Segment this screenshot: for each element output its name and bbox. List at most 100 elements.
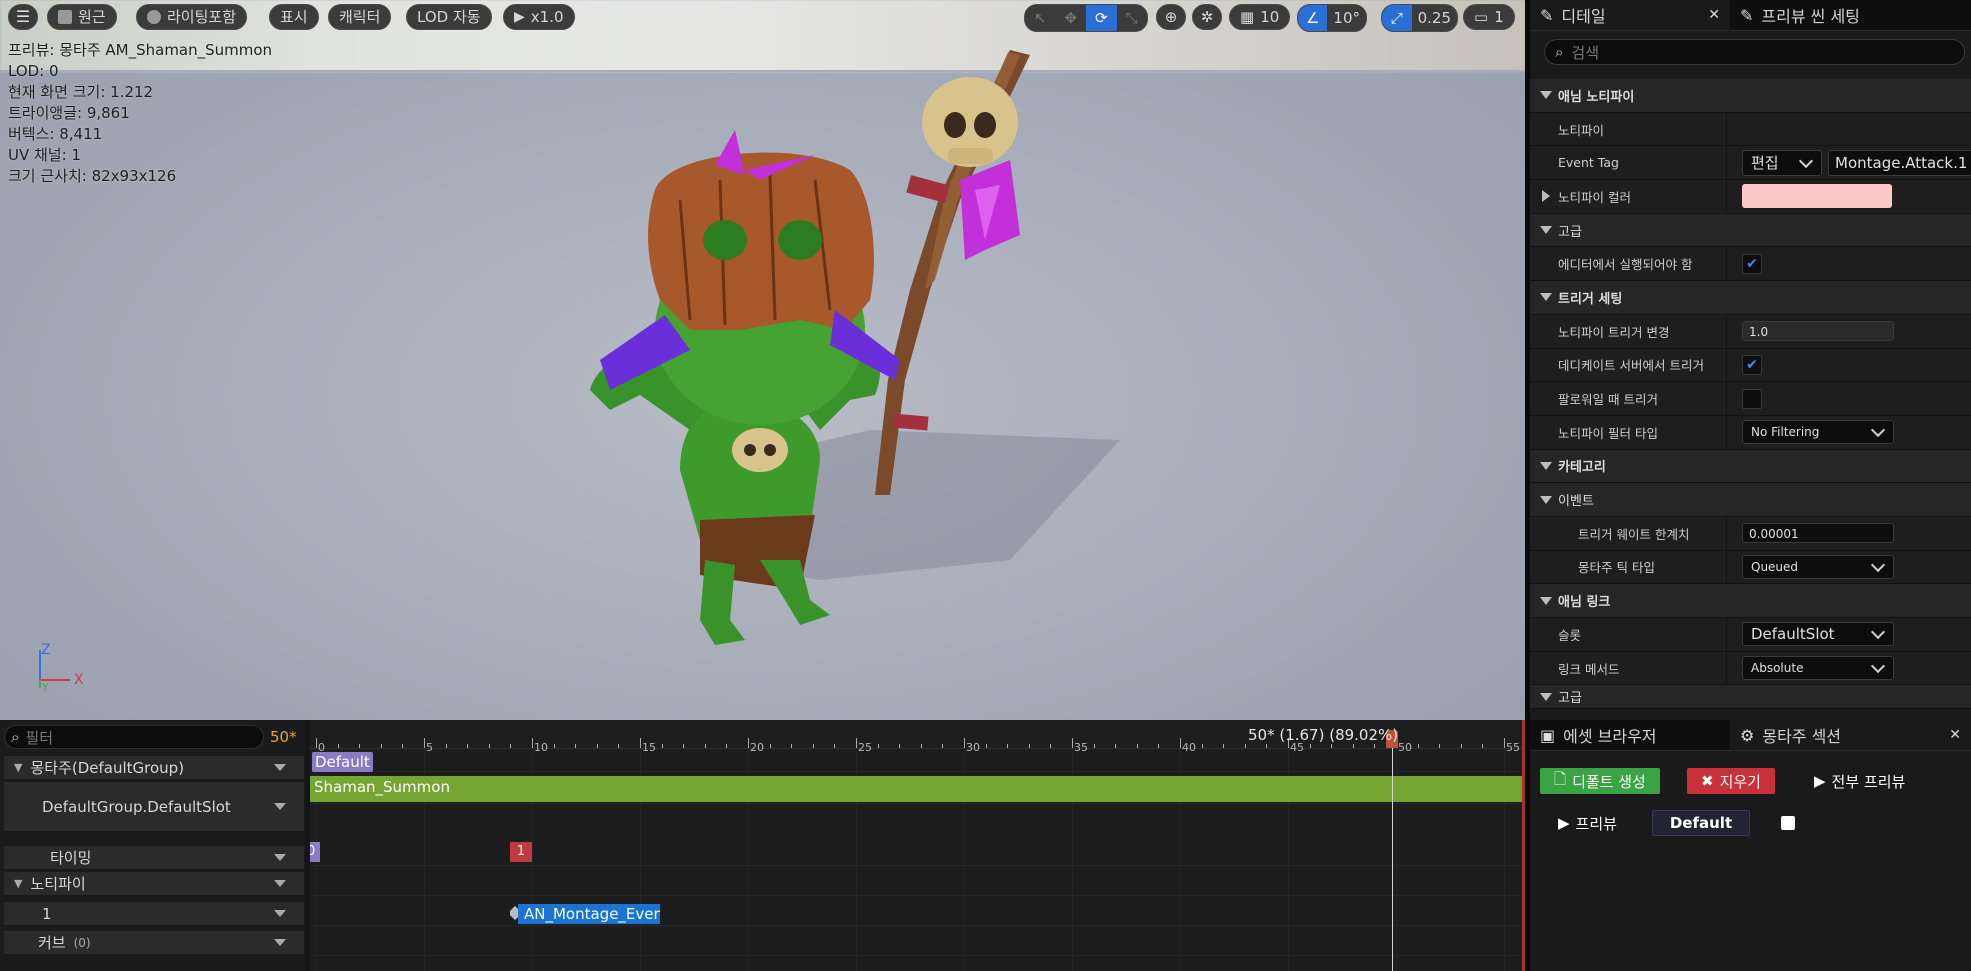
- track-notifies[interactable]: ▼ 노티파이: [4, 872, 304, 896]
- tab-preview-scene-settings[interactable]: ✎ 프리뷰 씬 세팅: [1730, 0, 1870, 30]
- ruler-tick: [1050, 744, 1052, 748]
- slot-dropdown[interactable]: DefaultSlot: [1742, 622, 1894, 647]
- ruler-tick: [1136, 744, 1138, 748]
- details-search-input[interactable]: ⌕ 검색: [1544, 39, 1965, 65]
- link-method-dropdown[interactable]: Absolute: [1742, 656, 1894, 681]
- category-label: 애님 노티파이: [1558, 89, 1635, 105]
- close-tab-icon[interactable]: ✕: [1708, 7, 1720, 23]
- world-local-button[interactable]: ⊕: [1156, 4, 1186, 30]
- ruler-tick: [1072, 738, 1073, 748]
- trigger-weight-threshold-field[interactable]: 0.00001: [1742, 523, 1894, 544]
- show-label: 표시: [280, 8, 308, 26]
- rotation-snap-group[interactable]: ∠ 10°: [1297, 4, 1367, 32]
- notify-trigger-change-field[interactable]: 1.0: [1742, 321, 1894, 342]
- show-button[interactable]: 표시: [269, 4, 319, 30]
- character-button[interactable]: 캐릭터: [328, 4, 392, 30]
- asset-browser-icon: ▣: [1540, 725, 1556, 745]
- x-icon: ✖: [1701, 772, 1714, 790]
- close-tab-icon[interactable]: ✕: [1949, 727, 1961, 743]
- notify-color-swatch[interactable]: [1742, 184, 1892, 209]
- expand-icon[interactable]: [1542, 190, 1550, 203]
- rotation-snap-toggle[interactable]: ∠: [1298, 5, 1328, 31]
- track-curves[interactable]: 커브 (0): [4, 931, 304, 955]
- dropdown-icon[interactable]: [274, 880, 286, 887]
- track-label: 노티파이: [30, 875, 86, 893]
- category-label: 트리거 세팅: [1558, 291, 1623, 307]
- dropdown-icon[interactable]: [274, 910, 286, 917]
- tab-details[interactable]: ✎ 디테일 ✕: [1530, 0, 1730, 30]
- scale-snap-toggle[interactable]: ⤢: [1382, 5, 1412, 31]
- lighting-button[interactable]: 라이팅포함: [136, 4, 248, 30]
- button-label: 디폴트 생성: [1572, 772, 1646, 791]
- track-label: 1: [42, 904, 52, 923]
- axis-x-label: X: [74, 672, 84, 688]
- dropdown-icon[interactable]: [274, 803, 286, 810]
- follower-trigger-checkbox[interactable]: [1742, 388, 1762, 409]
- dropdown-icon[interactable]: [274, 939, 286, 946]
- perspective-button[interactable]: 원근: [47, 4, 117, 30]
- ruler-tick: [748, 738, 749, 748]
- gear-icon: ⚙: [1740, 725, 1755, 745]
- timeline-end-marker: [1522, 720, 1525, 971]
- notify-marker[interactable]: AN_Montage_Event: [510, 904, 660, 924]
- grid-snap-button[interactable]: ▦ 10: [1229, 4, 1291, 30]
- create-default-button[interactable]: 🗋 디폴트 생성: [1540, 768, 1660, 794]
- translate-mode-button[interactable]: ✥: [1056, 5, 1087, 31]
- search-placeholder: 검색: [1571, 43, 1600, 62]
- play-speed-button[interactable]: ▶ x1.0: [503, 4, 575, 30]
- chevron-down-icon: [1870, 625, 1886, 640]
- category-anim-link[interactable]: 애님 링크: [1530, 584, 1971, 618]
- category-trigger-settings[interactable]: 트리거 세팅: [1530, 281, 1971, 315]
- lane-notifies: [310, 870, 1525, 896]
- timeline-filter-input[interactable]: ⌕ 필터: [4, 725, 264, 749]
- viewport-menu-button[interactable]: ☰: [8, 4, 38, 30]
- dropdown-icon[interactable]: [274, 854, 286, 861]
- stat-vertices: 버텍스: 8,411: [8, 125, 103, 143]
- category-label: 고급: [1558, 691, 1582, 707]
- scale-mode-button[interactable]: ⤡: [1117, 5, 1148, 31]
- tab-asset-browser[interactable]: ▣ 에셋 브라우저: [1530, 720, 1730, 750]
- tab-label: 몽타주 섹션: [1762, 727, 1842, 746]
- montage-tick-type-dropdown[interactable]: Queued: [1742, 554, 1894, 579]
- track-notify-1[interactable]: 1: [4, 902, 304, 926]
- lighting-label: 라이팅포함: [167, 8, 237, 26]
- category-advanced-2[interactable]: 고급: [1530, 685, 1971, 710]
- category-anim-notify[interactable]: 애님 노티파이: [1530, 79, 1971, 113]
- run-in-editor-checkbox[interactable]: ✔: [1742, 253, 1762, 274]
- event-tag-edit-button[interactable]: 편집: [1742, 149, 1822, 176]
- track-timing[interactable]: 타이밍: [4, 846, 304, 870]
- ruler-tick: [1201, 744, 1203, 748]
- category-event[interactable]: 이벤트: [1530, 483, 1971, 517]
- track-slot[interactable]: DefaultGroup.DefaultSlot: [4, 782, 304, 832]
- ruler-tick: [683, 744, 685, 748]
- section-marker-default[interactable]: Default: [312, 752, 373, 772]
- scale-snap-group[interactable]: ⤢ 0.25: [1381, 4, 1458, 32]
- notify-filter-type-dropdown[interactable]: No Filtering: [1742, 420, 1894, 445]
- preview-viewport[interactable]: ☰ 원근 라이팅포함 표시 캐릭터 LOD 자동 ▶ x1.0 ↖ ✥ ⟳ ⤡ …: [0, 0, 1525, 720]
- tab-preview-label: 프리뷰 씬 세팅: [1761, 7, 1860, 26]
- tab-montage-sections[interactable]: ⚙ 몽타주 섹션 ✕: [1730, 720, 1971, 750]
- surface-snap-button[interactable]: ✲: [1192, 4, 1222, 30]
- dedicated-server-checkbox[interactable]: ✔: [1742, 354, 1762, 375]
- category-category[interactable]: 카테고리: [1530, 449, 1971, 484]
- preview-button[interactable]: ▶ 프리뷰: [1544, 810, 1631, 836]
- anim-segment-shaman-summon[interactable]: Shaman_Summon: [310, 776, 1525, 802]
- timing-marker-0[interactable]: 0: [310, 842, 320, 862]
- select-mode-button[interactable]: ↖: [1025, 5, 1056, 31]
- clear-button[interactable]: ✖ 지우기: [1687, 768, 1775, 794]
- camera-speed-button[interactable]: ▭ 1: [1463, 4, 1515, 30]
- rotate-mode-button[interactable]: ⟳: [1086, 5, 1117, 31]
- lod-button[interactable]: LOD 자동: [406, 4, 492, 30]
- section-checkbox[interactable]: [1781, 816, 1795, 830]
- playhead-line[interactable]: [1392, 734, 1393, 971]
- chevron-down-icon: [1870, 557, 1886, 573]
- timing-marker-1[interactable]: 1: [510, 842, 532, 862]
- timeline-tracks[interactable]: 0 5 10 15 20 25 30 35 40 45 50 55 Default Shaman_Su…: [310, 720, 1525, 971]
- section-default-button[interactable]: Default: [1652, 810, 1750, 836]
- category-advanced[interactable]: 고급: [1530, 213, 1971, 248]
- dropdown-icon[interactable]: [274, 764, 286, 771]
- preview-all-button[interactable]: ▶ 전부 프리뷰: [1800, 768, 1919, 794]
- stat-lod: LOD: 0: [8, 62, 59, 80]
- track-montage-group[interactable]: ▼ 몽타주(DefaultGroup): [4, 756, 304, 780]
- event-tag-value-field[interactable]: Montage.Attack.1: [1828, 149, 1971, 176]
